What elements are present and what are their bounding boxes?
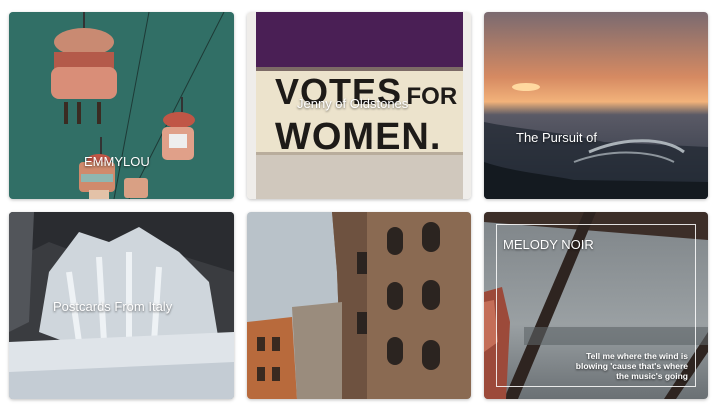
card-caption: Postcards From Italy [53, 299, 173, 314]
sunset-coast-photo [484, 12, 708, 199]
card-old-buildings[interactable] [247, 212, 471, 399]
old-buildings-photo [247, 212, 471, 399]
card-caption: MELODY NOIR [503, 237, 594, 252]
card-caption: The Pursuit of [516, 130, 597, 145]
card-melody-noir[interactable]: MELODY NOIR Tell me where the wind is bl… [484, 212, 708, 399]
banner-text: VOTES FOR WOMEN. [275, 72, 465, 158]
banner-women: WOMEN. [275, 116, 442, 158]
banner-for: FOR [406, 83, 458, 110]
cable-car-photo [9, 12, 234, 199]
card-quote: Tell me where the wind is blowing 'cause… [575, 351, 688, 381]
card-the-pursuit-of[interactable]: The Pursuit of [484, 12, 708, 199]
card-postcards-from-italy[interactable]: Postcards From Italy [9, 212, 234, 399]
card-emmylou[interactable]: EMMYLOU [9, 12, 234, 199]
card-caption: EMMYLOU [84, 154, 150, 169]
photo-grid: EMMYLOU VOTES FOR WOMEN. Jenny of Oldsto… [0, 0, 716, 405]
card-jenny-of-oldstones[interactable]: VOTES FOR WOMEN. Jenny of Oldstones [247, 12, 471, 199]
card-caption: Jenny of Oldstones [297, 96, 409, 111]
